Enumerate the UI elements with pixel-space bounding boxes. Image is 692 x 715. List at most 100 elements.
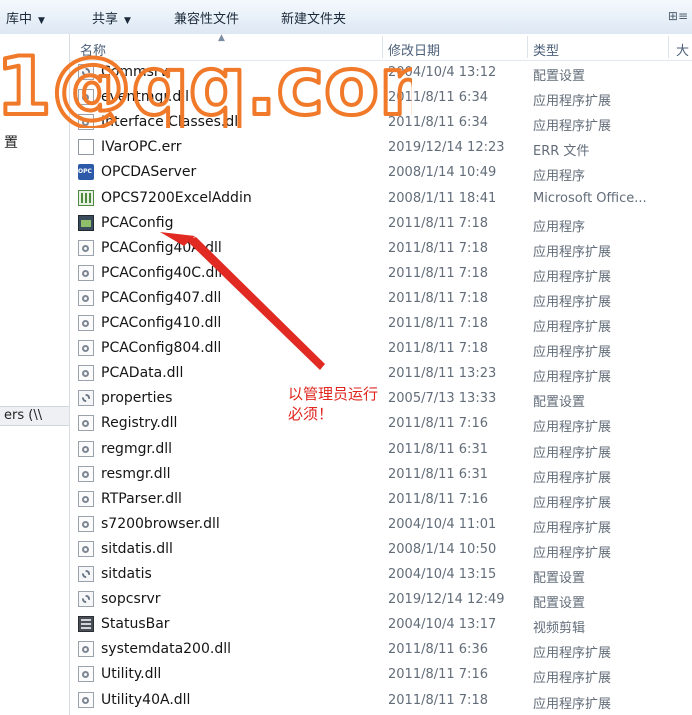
file-type: 配置设置 [533,571,586,586]
dll-file-icon [78,315,94,331]
file-name: s7200browser.dll [101,515,220,532]
dll-file-icon [78,415,94,432]
file-date-modified: 2011/8/11 7:18 [388,692,488,708]
file-name: Utility.dll [101,666,162,683]
column-size[interactable]: 大 [676,40,689,59]
file-type: 视频剪辑 [533,621,586,637]
file-date-modified: 2004/10/4 13:17 [388,617,497,633]
file-row[interactable]: resmgr.dll 2011/8/11 6:31 应用程序扩展 [70,462,692,487]
file-date-modified: 2004/10/4 11:01 [388,516,497,532]
toolbar-new-folder[interactable]: 新建文件夹 [281,8,346,27]
file-row[interactable]: Commsrv 2004/10/4 13:12 配置设置 [70,60,692,85]
file-row[interactable]: PCAConfig 2011/8/11 7:18 应用程序 [70,211,692,236]
file-date-modified: 2011/8/11 6:34 [388,90,488,106]
file-name: PCAConfig40A.dll [101,239,222,256]
file-name: PCAConfig [101,214,174,231]
column-divider[interactable] [527,36,528,58]
toolbar-compatibility-files[interactable]: 兼容性文件 [174,8,239,27]
column-type[interactable]: 类型 [533,40,559,59]
file-row[interactable]: properties 2005/7/13 13:33 配置设置 [70,386,692,411]
file-name: sitdatis.dll [101,540,173,557]
file-date-modified: 2011/8/11 7:18 [388,290,488,306]
text-file-icon [78,139,94,156]
file-row[interactable]: regmgr.dll 2011/8/11 6:31 应用程序扩展 [70,437,692,462]
column-date-modified[interactable]: 修改日期 [388,40,440,59]
file-date-modified: 2011/8/11 7:18 [388,316,488,331]
video-clip-icon [78,616,94,633]
file-name: Commsrv [101,64,168,80]
file-type: 应用程序扩展 [533,671,612,687]
file-row[interactable]: PCAConfig410.dll 2011/8/11 7:18 应用程序扩展 [70,311,692,336]
dll-file-icon [78,264,94,281]
file-row[interactable]: PCAConfig40A.dll 2011/8/11 7:18 应用程序扩展 [70,236,692,261]
file-name: properties [101,390,173,407]
file-row[interactable]: PCAData.dll 2011/8/11 13:23 应用程序扩展 [70,361,692,386]
dll-file-icon [78,641,94,658]
file-type: 应用程序 [533,169,586,185]
dll-file-icon [78,289,94,306]
file-row[interactable]: Registry.dll 2011/8/11 7:16 应用程序扩展 [70,411,692,436]
dll-file-icon [78,440,94,457]
file-type: 应用程序扩展 [533,294,612,310]
toolbar-include-label: 库中 [6,12,33,27]
file-row[interactable]: sopcsrvr 2019/12/14 12:49 配置设置 [70,587,692,612]
toolbar-include-in-library[interactable]: 库中 ▼ [6,8,45,27]
file-row[interactable]: s7200browser.dll 2004/10/4 11:01 应用程序扩展 [70,512,692,537]
file-row[interactable]: RTParser.dll 2011/8/11 7:16 应用程序扩展 [70,487,692,512]
file-row[interactable]: PCAConfig407.dll 2011/8/11 7:18 应用程序扩展 [70,286,692,311]
file-row[interactable]: eventmgr.dll 2011/8/11 6:34 应用程序扩展 [70,85,692,110]
file-row[interactable]: sitdatis.dll 2008/1/14 10:50 应用程序扩展 [70,537,692,562]
dll-file-icon [78,365,94,382]
file-name: PCAConfig410.dll [101,315,222,331]
chevron-down-icon: ▼ [38,16,45,26]
file-date-modified: 2011/8/11 6:31 [388,466,488,482]
column-divider[interactable] [668,36,669,58]
navigation-pane: 置 ers (\\ [0,34,70,715]
toolbar-share-label: 共享 [92,12,119,27]
dll-file-icon [78,89,94,106]
file-row[interactable]: PCAConfig40C.dll 2011/8/11 7:18 应用程序扩展 [70,261,692,286]
nav-item-settings[interactable]: 置 [4,132,18,152]
chevron-down-icon: ▼ [124,16,131,26]
file-row[interactable]: Utility.dll 2011/8/11 7:16 应用程序扩展 [70,662,692,687]
file-type: 应用程序扩展 [533,320,612,335]
file-date-modified: 2004/10/4 13:15 [388,567,497,582]
file-row[interactable]: PCAConfig804.dll 2011/8/11 7:18 应用程序扩展 [70,336,692,361]
file-row[interactable]: StatusBar 2004/10/4 13:17 视频剪辑 [70,612,692,637]
annotation-line-2: 必须！ [288,405,334,423]
file-row[interactable]: Utility40A.dll 2011/8/11 7:18 应用程序扩展 [70,688,692,713]
dll-file-icon [78,691,94,708]
file-row[interactable]: IVarOPC.err 2019/12/14 12:23 ERR 文件 [70,135,692,160]
view-options-icon[interactable]: ⊞≡ [668,9,688,23]
nav-item-network-path[interactable]: ers (\\ [4,408,42,423]
excel-addin-icon [78,189,94,206]
sort-ascending-icon: ▲ [218,33,225,43]
file-row[interactable]: sitdatis 2004/10/4 13:15 配置设置 [70,562,692,587]
file-name: Registry.dll [101,415,178,432]
file-type: 应用程序扩展 [533,370,612,386]
dll-file-icon [78,114,94,131]
dll-file-icon [78,490,94,507]
file-type: 应用程序扩展 [533,420,612,436]
file-row[interactable]: Interface Classes.dll 2011/8/11 6:34 应用程序扩… [70,110,692,135]
file-name: RTParser.dll [101,490,182,507]
file-row[interactable]: OPCS7200ExcelAddin 2008/1/11 18:41 Microso… [70,186,692,211]
file-name: IVarOPC.err [101,139,182,156]
file-type: 应用程序扩展 [533,470,612,486]
file-type: 应用程序扩展 [533,345,612,361]
file-row[interactable]: systemdata200.dll 2011/8/11 6:36 应用程序扩展 [70,637,692,662]
column-divider[interactable] [382,36,383,58]
dll-file-icon [78,465,94,482]
file-date-modified: 2019/12/14 12:49 [388,592,505,608]
column-name[interactable]: 名称 [80,40,106,59]
file-name: OPCS7200ExcelAddin [101,189,252,206]
file-type: Microsoft Office... [533,190,647,206]
toolbar-share[interactable]: 共享 ▼ [92,8,131,27]
file-date-modified: 2011/8/11 7:16 [388,667,488,683]
config-file-icon [78,390,94,407]
file-type: 应用程序扩展 [533,445,612,461]
file-type: 应用程序扩展 [533,696,612,712]
file-date-modified: 2011/8/11 7:18 [388,341,488,357]
command-toolbar: 库中 ▼ 共享 ▼ 兼容性文件 新建文件夹 ⊞≡ [0,0,692,35]
file-row[interactable]: OPCDAServer 2008/1/14 10:49 应用程序 [70,160,692,185]
